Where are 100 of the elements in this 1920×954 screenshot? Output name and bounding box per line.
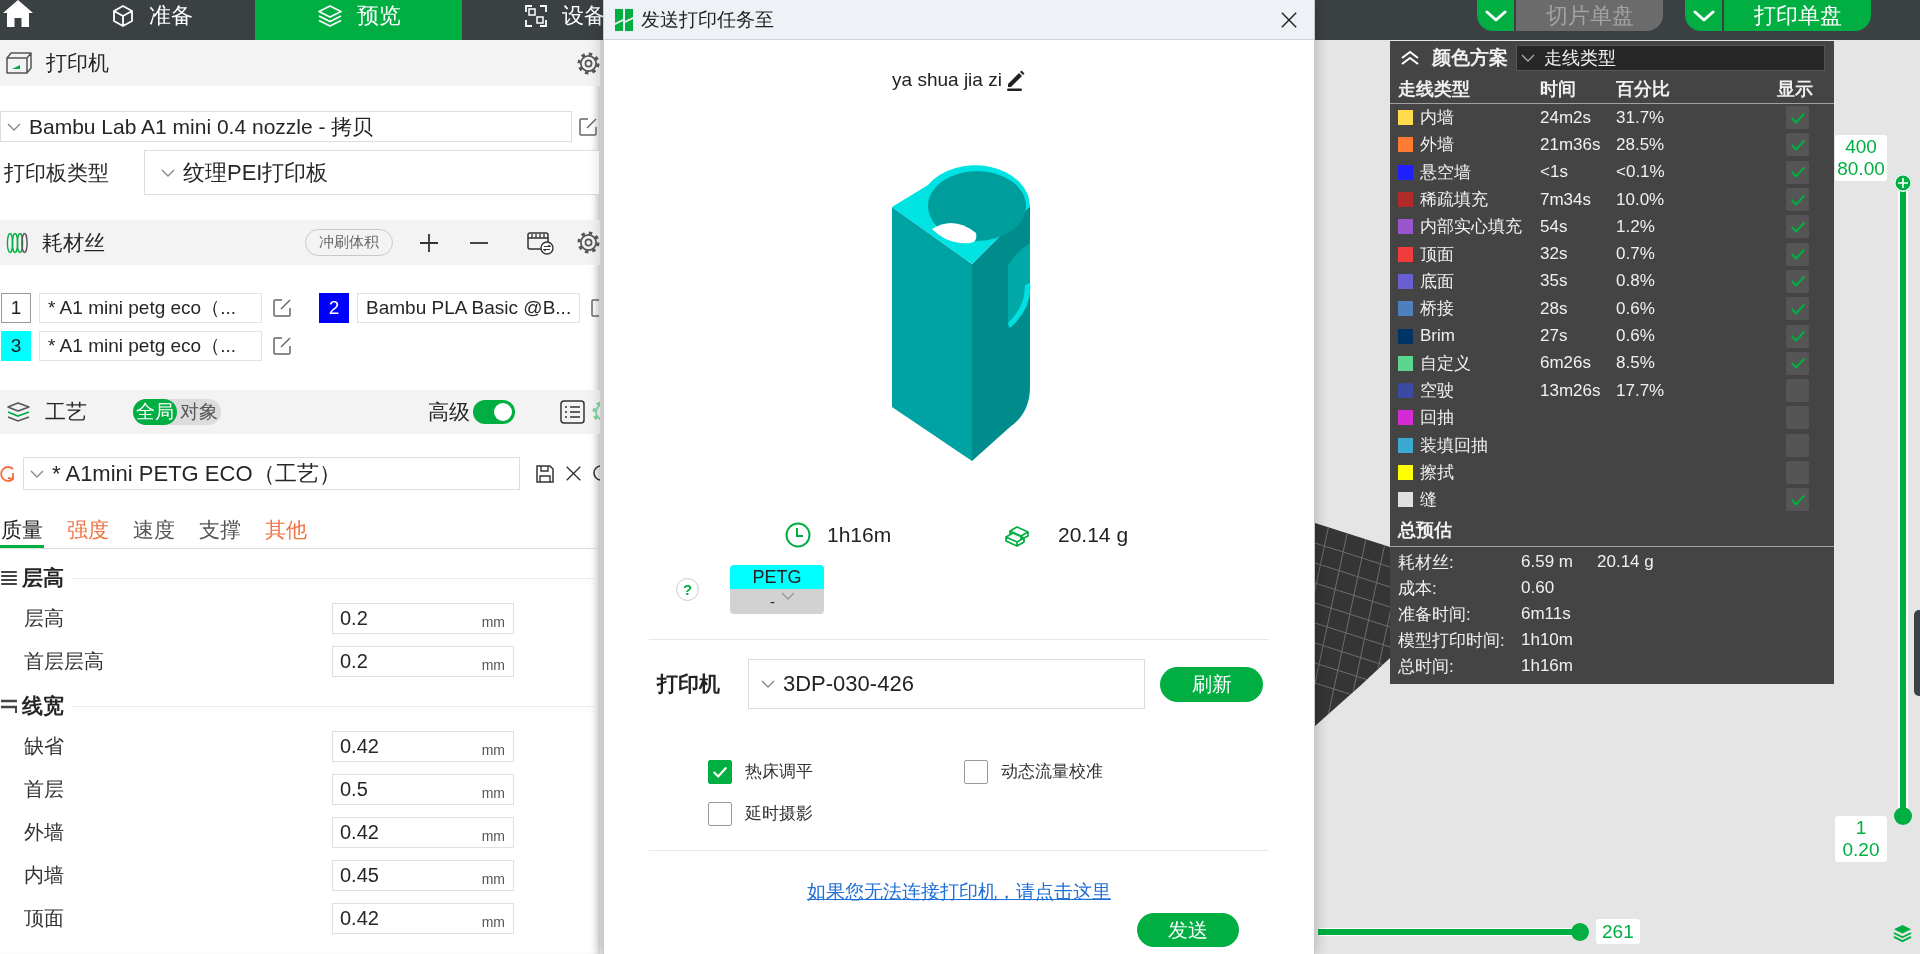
slider-thumb[interactable] [1894, 807, 1912, 825]
ams-slot-dropdown[interactable]: - [730, 589, 824, 614]
visibility-checkbox[interactable] [1786, 242, 1809, 266]
value-field[interactable]: 0.45 mm [332, 860, 514, 891]
dialog-title: 发送打印任务至 [641, 7, 774, 32]
spool-icon [6, 230, 28, 255]
visibility-checkbox[interactable] [1786, 215, 1809, 239]
unit-label: mm [481, 741, 505, 758]
edit-icon[interactable] [272, 336, 292, 356]
section-title: 工艺 [45, 399, 87, 425]
visibility-checkbox[interactable] [1786, 297, 1809, 321]
panel-handle[interactable] [1914, 610, 1920, 696]
feature-percent: 0.6% [1616, 326, 1656, 346]
feature-percent: 10.0% [1616, 189, 1666, 210]
edit-icon[interactable] [590, 298, 599, 318]
legend-title: 颜色方案 [1432, 45, 1508, 70]
checkbox[interactable] [708, 759, 732, 784]
move-slider-track[interactable] [1318, 923, 1589, 941]
chevron-down-icon [161, 168, 175, 177]
close-icon[interactable] [1280, 10, 1298, 29]
scope-option[interactable]: 对象 [177, 399, 221, 425]
filament-dropdown[interactable]: * A1 mini petg eco（... [39, 293, 262, 323]
app-logo-icon [615, 8, 633, 31]
layer-slider-track[interactable] [1894, 174, 1912, 825]
layers-icon[interactable] [1893, 924, 1912, 943]
value-field[interactable]: 0.42 mm [332, 903, 514, 934]
printer-dropdown[interactable]: 3DP-030-426 [748, 659, 1145, 709]
help-link[interactable]: 如果您无法连接打印机，请点击这里 [807, 881, 1111, 903]
feature-name: 顶面 [1420, 243, 1454, 266]
value-field[interactable]: 0.42 mm [332, 817, 514, 848]
filament-weight: 20.14 g [1058, 523, 1129, 547]
visibility-checkbox[interactable] [1786, 324, 1809, 348]
value-field[interactable]: 0.2 mm [332, 603, 514, 634]
collapse-icon[interactable] [1400, 49, 1420, 66]
plate-type-dropdown[interactable]: 纹理PEI打印板 [144, 150, 600, 195]
feature-name: 空驶 [1420, 380, 1454, 403]
settings-tab[interactable]: 速度 [132, 515, 176, 548]
value-field[interactable]: 0.42 mm [332, 731, 514, 762]
filament-color-tile[interactable]: 3 [1, 331, 31, 361]
advanced-toggle[interactable] [473, 400, 515, 424]
field-label: 打印机 [657, 671, 721, 697]
setting-label: 首层层高 [23, 649, 105, 674]
checkbox[interactable] [708, 801, 732, 826]
feature-name: 稀疏填充 [1420, 189, 1488, 212]
feature-time: 21m36s [1540, 134, 1602, 155]
edit-icon[interactable] [578, 116, 598, 137]
nav-tab[interactable]: 准备 [48, 0, 255, 40]
list-icon[interactable] [560, 400, 585, 424]
value-field[interactable]: 0.5 mm [332, 774, 514, 805]
scope-switch[interactable]: 全局 对象 [133, 399, 221, 425]
feature-time: 24m2s [1540, 107, 1593, 128]
nav-tab[interactable]: 设备 [462, 0, 606, 40]
filament-color-tile[interactable]: 2 [319, 293, 349, 323]
visibility-checkbox[interactable] [1786, 351, 1809, 375]
gear-icon[interactable] [577, 51, 600, 75]
section-title: 打印机 [46, 50, 109, 76]
feature-name: 擦拭 [1420, 462, 1454, 484]
plus-icon[interactable] [419, 232, 439, 253]
edit-icon[interactable] [272, 298, 292, 318]
column-header: 时间 [1540, 77, 1577, 101]
filament-type-tile: PETG [730, 565, 824, 589]
settings-tab[interactable]: 支撑 [198, 515, 242, 548]
layer-number: 400 [1845, 136, 1877, 158]
visibility-checkbox[interactable] [1786, 133, 1809, 157]
search-icon[interactable] [592, 463, 600, 484]
flush-volume-button[interactable]: 冲刷体积 [305, 229, 393, 256]
summary-title: 总预估 [1398, 519, 1452, 543]
checkbox[interactable] [964, 759, 988, 784]
visibility-checkbox[interactable] [1786, 160, 1809, 184]
printer-preset-dropdown[interactable]: Bambu Lab A1 mini 0.4 nozzle - 拷贝 [0, 111, 572, 142]
feature-percent: 28.5% [1616, 134, 1666, 155]
feature-percent: 0.8% [1616, 271, 1656, 292]
summary-value: 1h16m [1521, 656, 1573, 677]
value-field[interactable]: 0.2 mm [332, 646, 514, 677]
checkbox-label[interactable]: 动态流量校准 [1001, 760, 1103, 783]
settings-tab[interactable]: 质量 [0, 515, 44, 548]
gear-icon[interactable] [577, 231, 600, 254]
feature-time: 7m34s [1540, 189, 1593, 210]
feature-time: <1s [1540, 162, 1569, 183]
checkbox-label[interactable]: 延时摄影 [745, 802, 813, 825]
visibility-checkbox[interactable] [1786, 488, 1809, 512]
swap-icon[interactable] [527, 230, 554, 255]
save-icon[interactable] [535, 463, 555, 484]
process-preset-dropdown[interactable]: * A1mini PETG ECO（工艺） [23, 457, 520, 490]
filament-color-tile[interactable]: 1 [1, 293, 31, 323]
filament-dropdown[interactable]: * A1 mini petg eco（... [39, 331, 262, 361]
home-icon[interactable] [3, 0, 33, 27]
checkbox-label[interactable]: 热床调平 [745, 760, 813, 783]
chevron-down-icon [7, 122, 21, 131]
slider-thumb[interactable] [1571, 923, 1589, 941]
visibility-checkbox[interactable] [1786, 106, 1809, 130]
summary-value: 1h10m [1521, 630, 1573, 651]
feature-time: 54s [1540, 216, 1569, 237]
close-icon[interactable] [565, 465, 582, 482]
visibility-checkbox[interactable] [1786, 269, 1809, 293]
slider-thumb[interactable] [1894, 174, 1912, 192]
setting-label: 层高 [23, 606, 65, 631]
visibility-checkbox[interactable] [1786, 188, 1809, 212]
color-scheme-dropdown[interactable]: 走线类型 [1516, 44, 1825, 71]
filament-dropdown[interactable]: Bambu PLA Basic @B... [357, 293, 580, 323]
